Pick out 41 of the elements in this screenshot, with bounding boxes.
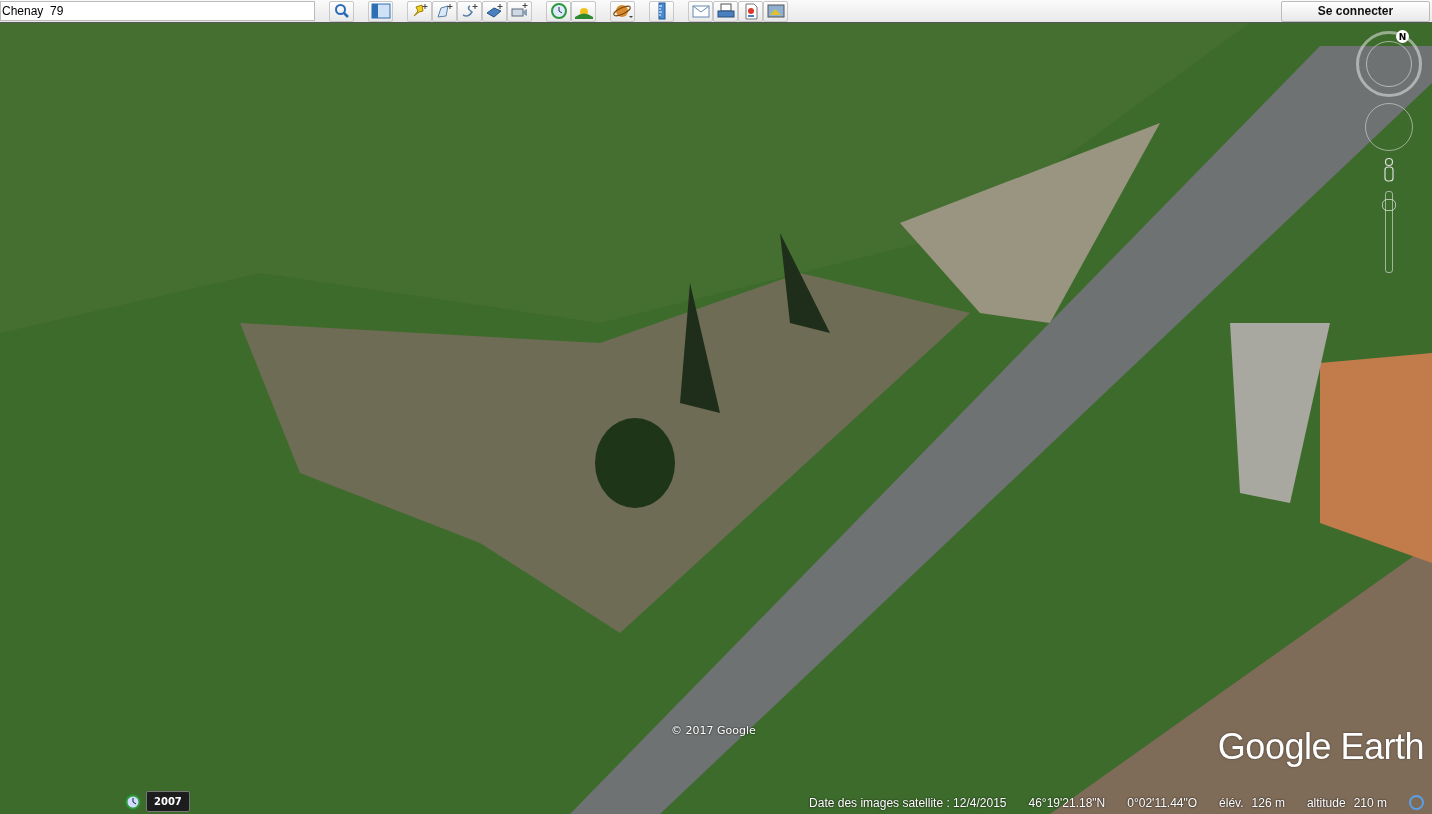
image-icon: [765, 3, 786, 19]
planet-icon: [611, 2, 634, 20]
image-tool-button[interactable]: [763, 0, 788, 22]
camera-icon: [509, 2, 530, 20]
search-field[interactable]: Chenay 79: [0, 1, 315, 21]
person-icon[interactable]: [1381, 157, 1397, 185]
planet-tool-button[interactable]: [610, 0, 635, 22]
logo-text: Google Earth: [1217, 726, 1424, 768]
map-pin-tool-button[interactable]: [738, 0, 763, 22]
clock-icon[interactable]: [125, 793, 141, 810]
longitude-text: 0°02'11.44"O: [1127, 795, 1198, 810]
clock-tool-button[interactable]: [546, 0, 571, 22]
image-overlay-icon: [484, 2, 505, 20]
path-tool-button[interactable]: [457, 0, 482, 22]
overlay-tool-button[interactable]: [482, 0, 507, 22]
polygon-icon: [434, 2, 455, 20]
search-button[interactable]: [329, 0, 354, 22]
sun-tool-button[interactable]: [571, 0, 596, 22]
reading-label: élév.: [1219, 795, 1244, 810]
map-pin-icon: [742, 2, 759, 20]
search-icon: [333, 3, 350, 19]
printer-icon: [715, 2, 736, 20]
year-badge[interactable]: 2007: [146, 791, 190, 812]
reading-value: 126 m: [1251, 795, 1285, 810]
placemark-tool-button[interactable]: [407, 0, 432, 22]
clock-icon: [548, 2, 569, 20]
streaming-ring-icon: [1409, 795, 1424, 810]
sidebar-icon: [370, 3, 391, 19]
print-tool-button[interactable]: [713, 0, 738, 22]
compass-ring-icon[interactable]: N: [1356, 31, 1422, 97]
reading-label: altitude: [1306, 795, 1346, 810]
sign-in-button[interactable]: Se connecter: [1281, 0, 1430, 22]
polygon-tool-button[interactable]: [432, 0, 457, 22]
latitude-text: 46°19'21.18"N: [1028, 795, 1106, 810]
envelope-icon: [690, 3, 711, 19]
copyright-text: © 2017 Google: [671, 724, 756, 737]
sidebar-tool-button[interactable]: [368, 0, 393, 22]
ruler-tool-button[interactable]: [649, 0, 674, 22]
zoom-slider-thumb[interactable]: [1382, 199, 1396, 211]
imagery-date-text: Date des images satellite : 12/4/2015: [809, 795, 1007, 810]
reading-value: 210 m: [1353, 795, 1387, 810]
